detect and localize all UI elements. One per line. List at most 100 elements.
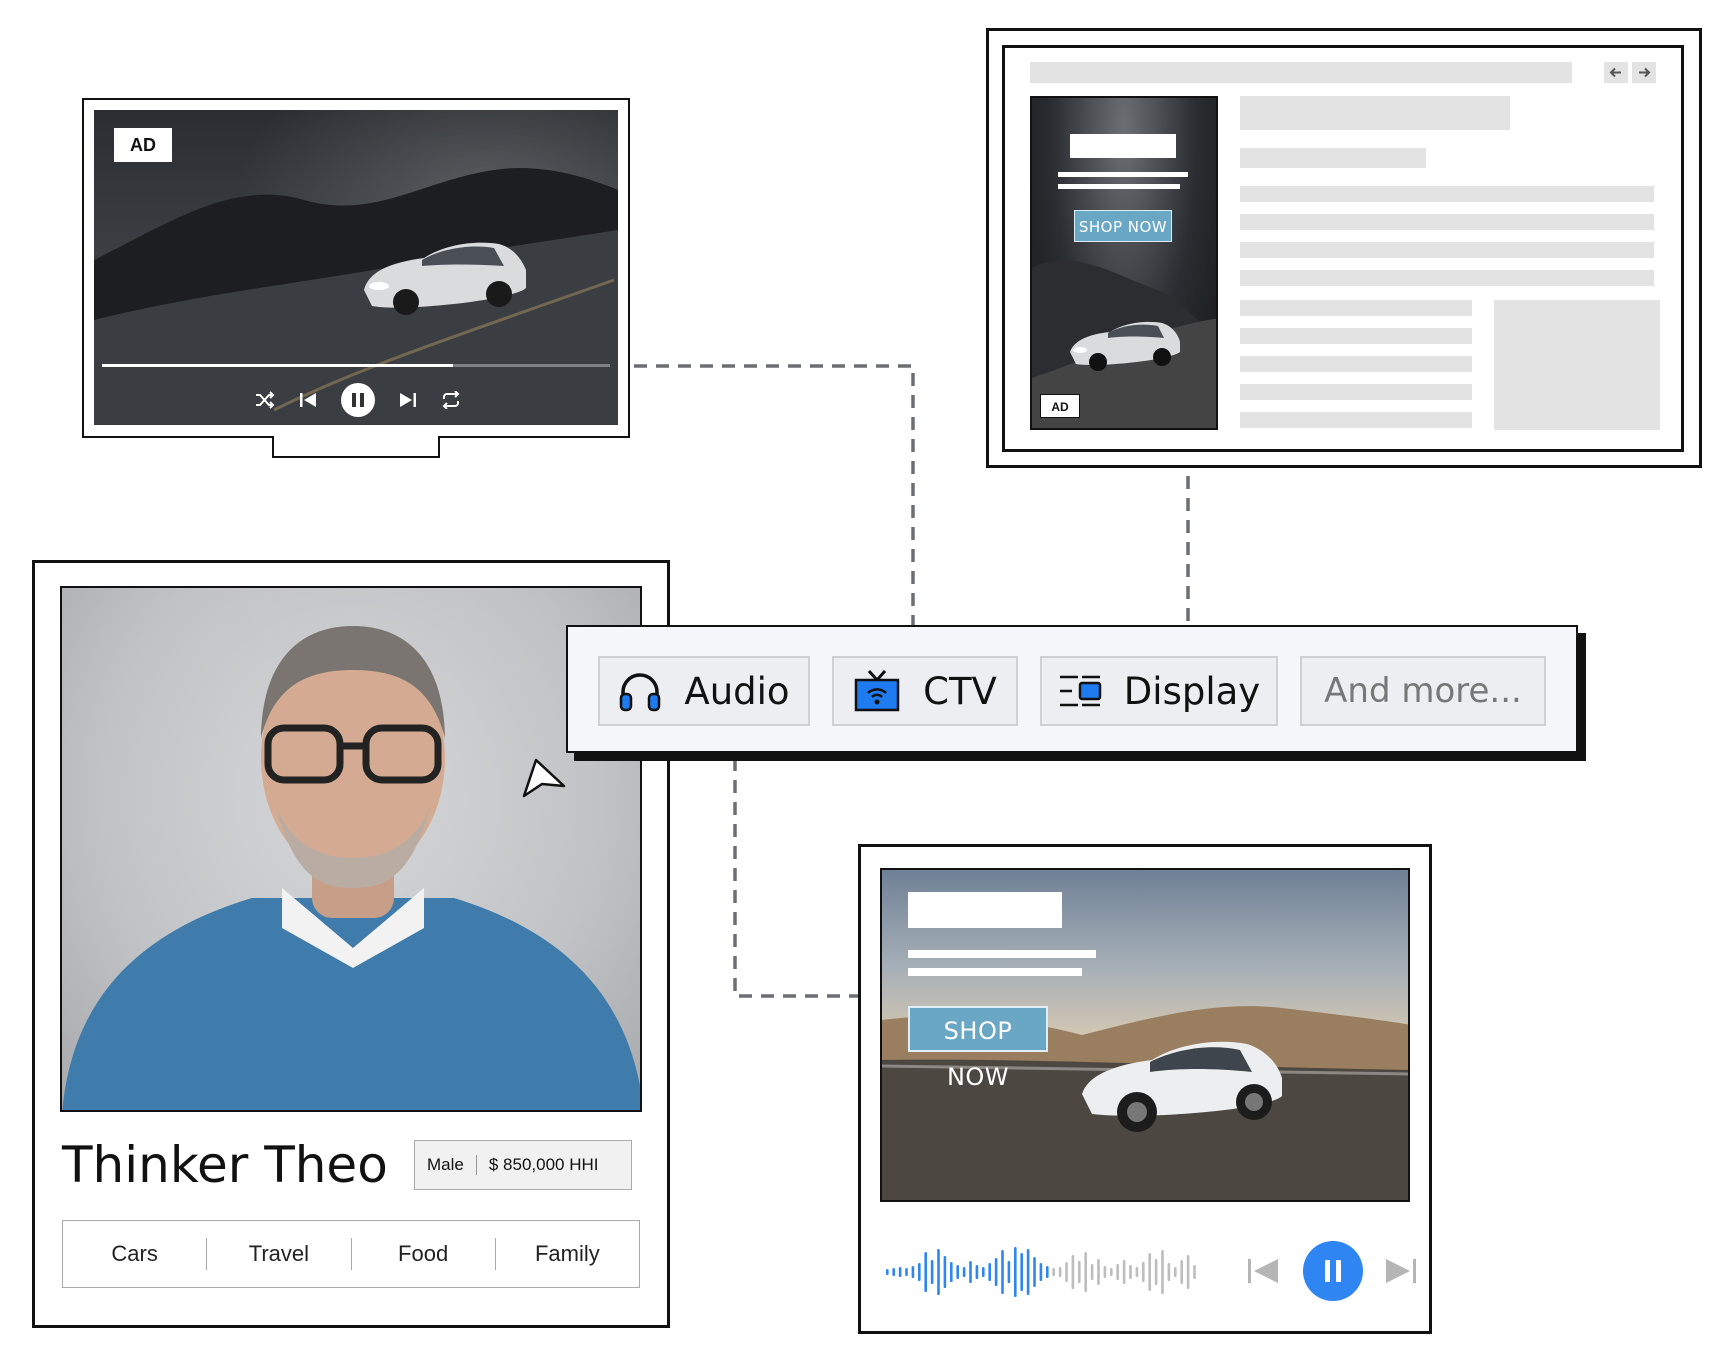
- audio-controls: [1246, 1240, 1418, 1302]
- cursor-icon: [522, 758, 566, 798]
- waveform-bar: [892, 1268, 895, 1276]
- article-text-line: [1240, 214, 1654, 230]
- interest-item[interactable]: Travel: [206, 1238, 350, 1270]
- waveform-bar: [1174, 1267, 1177, 1277]
- waveform-bar: [1090, 1264, 1094, 1280]
- pause-icon[interactable]: [1302, 1240, 1364, 1302]
- gender-tag: Male: [427, 1155, 464, 1174]
- waveform-bar: [950, 1262, 953, 1282]
- waveform-bar: [1020, 1253, 1023, 1291]
- audio-waveform[interactable]: [886, 1242, 1206, 1302]
- waveform-bar: [924, 1252, 927, 1292]
- ad-copy-line: [908, 950, 1096, 958]
- waveform-bar: [943, 1256, 947, 1288]
- waveform-bar: [1033, 1257, 1036, 1287]
- waveform-bar: [1103, 1266, 1107, 1278]
- interest-item[interactable]: Cars: [63, 1238, 206, 1270]
- article-text-line: [1240, 270, 1654, 286]
- article-text-line: [1240, 300, 1472, 316]
- channel-ctv[interactable]: CTV: [832, 656, 1018, 726]
- article-text-line: [1240, 412, 1472, 428]
- previous-icon[interactable]: [298, 391, 318, 409]
- article-text-line: [1240, 186, 1654, 202]
- next-icon[interactable]: [1384, 1255, 1418, 1287]
- next-icon[interactable]: [398, 391, 418, 409]
- channel-display[interactable]: Display: [1040, 656, 1278, 726]
- interest-item[interactable]: Family: [494, 1238, 639, 1270]
- income-tag: $ 850,000 HHI: [475, 1155, 611, 1175]
- shop-now-button[interactable]: SHOP NOW: [908, 1006, 1048, 1091]
- ctv-video[interactable]: AD: [94, 110, 618, 425]
- article-text-line: [1240, 328, 1472, 344]
- waveform-bar: [1026, 1249, 1030, 1295]
- ad-headline-placeholder: [908, 892, 1062, 928]
- waveform-bar: [905, 1268, 908, 1276]
- repeat-icon[interactable]: [440, 391, 462, 409]
- waveform-bar: [1065, 1262, 1068, 1282]
- waveform-bar: [962, 1267, 966, 1277]
- display-icon: [1059, 675, 1102, 707]
- profile-name: Thinker Theo: [62, 1136, 388, 1194]
- article-image-placeholder: [1494, 300, 1660, 430]
- article-subtitle-placeholder: [1240, 148, 1426, 168]
- arrow-right-icon[interactable]: [1632, 62, 1656, 83]
- banner-ad[interactable]: SHOP NOW: [880, 868, 1410, 1202]
- car-night-scene: [1032, 260, 1216, 428]
- waveform-bar: [1122, 1260, 1126, 1284]
- video-controls: [254, 382, 462, 418]
- waveform-bar: [1154, 1259, 1158, 1285]
- article-text-line: [1240, 384, 1472, 400]
- shuffle-icon[interactable]: [254, 391, 276, 409]
- video-progress-track[interactable]: [102, 364, 610, 367]
- profile-photo: [60, 586, 642, 1112]
- video-progress-fill: [102, 364, 453, 367]
- ad-badge: AD: [1040, 394, 1080, 418]
- waveform-bar: [1142, 1262, 1145, 1282]
- previous-icon[interactable]: [1246, 1255, 1280, 1287]
- waveform-bar: [1186, 1255, 1190, 1289]
- ad-badge: AD: [114, 128, 172, 162]
- waveform-bar: [1039, 1263, 1043, 1281]
- article-text-line: [1240, 242, 1654, 258]
- waveform-bar: [1135, 1267, 1139, 1277]
- car-night-scene: [94, 168, 618, 425]
- waveform-bar: [1110, 1268, 1113, 1276]
- channel-label: Audio: [684, 669, 790, 713]
- pause-icon[interactable]: [340, 382, 376, 418]
- interest-item[interactable]: Food: [350, 1238, 495, 1270]
- waveform-bar: [1148, 1253, 1151, 1291]
- waveform-bar: [982, 1267, 985, 1277]
- waveform-bar: [1116, 1264, 1119, 1280]
- channel-label: CTV: [923, 669, 997, 713]
- tv-stand: [272, 436, 440, 458]
- waveform-bar: [956, 1265, 959, 1279]
- waveform-bar: [969, 1261, 972, 1283]
- article-title-placeholder: [1240, 96, 1510, 130]
- waveform-bar: [994, 1258, 998, 1286]
- channel-label: Display: [1123, 669, 1261, 713]
- waveform-bar: [1161, 1250, 1164, 1294]
- waveform-bar: [1180, 1260, 1183, 1284]
- headphones-icon: [620, 673, 661, 712]
- demographic-tags: Male $ 850,000 HHI: [414, 1140, 632, 1190]
- arrow-left-icon[interactable]: [1604, 62, 1628, 83]
- waveform-bar: [1014, 1247, 1017, 1297]
- waveform-bar: [1052, 1268, 1055, 1276]
- waveform-bar: [1129, 1265, 1132, 1279]
- waveform-bar: [988, 1263, 991, 1281]
- waveform-bar: [1193, 1265, 1196, 1279]
- waveform-bar: [1084, 1252, 1087, 1292]
- channel-more[interactable]: And more...: [1300, 656, 1546, 726]
- address-bar[interactable]: [1030, 62, 1572, 83]
- waveform-bar: [937, 1249, 940, 1295]
- waveform-bar: [911, 1266, 915, 1278]
- ad-copy-line: [908, 968, 1082, 976]
- channel-audio[interactable]: Audio: [598, 656, 810, 726]
- waveform-bar: [1007, 1261, 1011, 1283]
- article-text-line: [1240, 356, 1472, 372]
- waveform-bar: [1001, 1250, 1004, 1294]
- waveform-bar: [1078, 1261, 1081, 1283]
- waveform-bar: [1167, 1263, 1171, 1281]
- waveform-bar: [1071, 1255, 1075, 1289]
- skyscraper-ad[interactable]: SHOP NOW AD: [1030, 96, 1218, 430]
